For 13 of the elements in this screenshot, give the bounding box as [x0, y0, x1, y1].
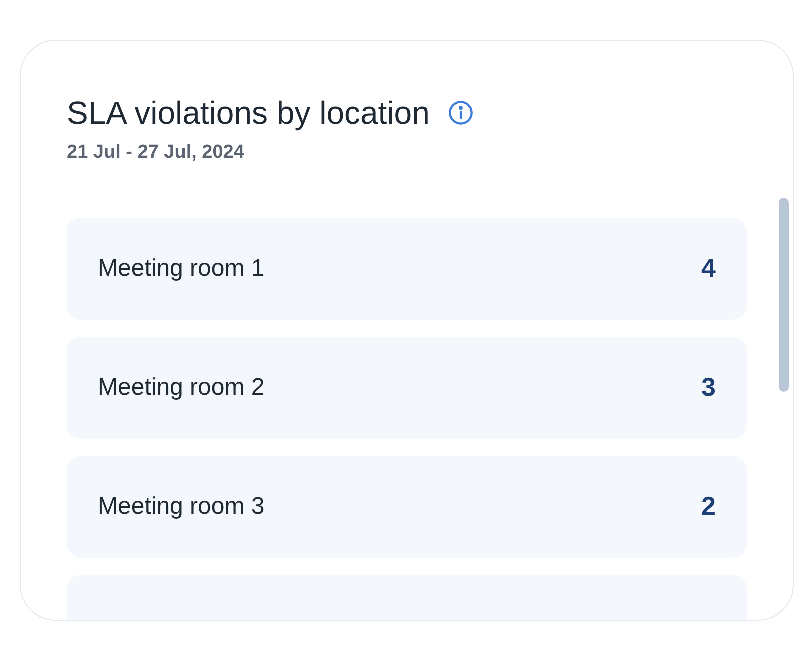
location-row[interactable]: Meeting room 1 4: [67, 218, 747, 320]
location-row[interactable]: Meeting room 3 2: [67, 456, 747, 558]
info-icon[interactable]: [448, 100, 474, 126]
card-title: SLA violations by location: [67, 94, 430, 133]
location-row[interactable]: Meeting room 2 3: [67, 336, 747, 438]
location-name: Meeting room 1: [98, 254, 265, 284]
scrollbar-thumb[interactable]: [779, 198, 789, 392]
violation-count: 2: [702, 490, 716, 523]
location-name: Meeting room 2: [98, 372, 265, 402]
violation-count: 4: [702, 252, 716, 285]
violation-count: 3: [702, 371, 716, 404]
date-range: 21 Jul - 27 Jul, 2024: [67, 142, 244, 163]
location-name: Meeting room 3: [98, 492, 265, 522]
